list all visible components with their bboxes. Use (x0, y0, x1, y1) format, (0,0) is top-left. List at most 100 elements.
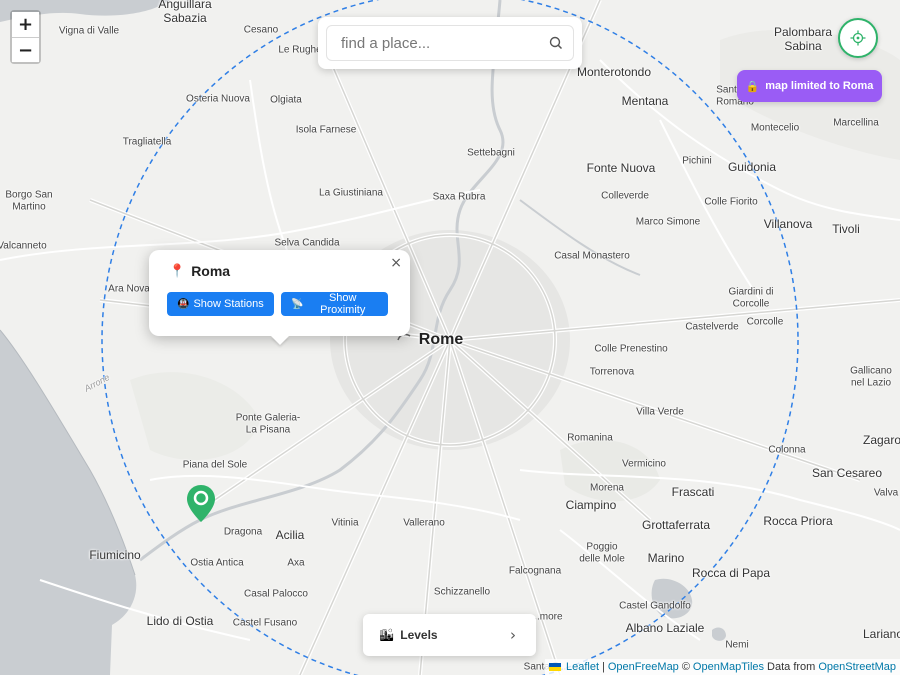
place-label: Rocca di Papa (691, 566, 771, 581)
map-attribution: Leaflet | OpenFreeMap © OpenMapTiles Dat… (544, 659, 900, 675)
zoom-in-button[interactable]: + (12, 12, 39, 37)
place-label: Lido di Ostia (146, 614, 214, 629)
place-label: Tivoli (832, 222, 860, 237)
metro-icon: 🚇 (177, 298, 190, 310)
place-label: Vigna di Valle (58, 25, 120, 37)
place-label: Romanina (567, 432, 613, 444)
place-label: Albano Laziale (625, 621, 705, 636)
place-label: Montecelio (750, 122, 800, 134)
lock-icon: 🔒 (745, 80, 760, 93)
place-label: Valva (873, 487, 899, 499)
levels-panel-toggle[interactable]: 🏙 Levels › (363, 614, 536, 656)
place-label: Borgo San Martino (5, 189, 53, 213)
place-label: Falcognana (508, 565, 562, 577)
place-label: Ara Nova (108, 283, 150, 295)
place-label: Mentana (621, 94, 669, 109)
place-label: Monterotondo (576, 65, 652, 80)
place-label: Settebagni (467, 147, 515, 159)
openfreemap-link[interactable]: OpenFreeMap (608, 661, 679, 673)
place-label: Cesano (243, 24, 279, 36)
place-label: Colle Prenestino (594, 343, 668, 355)
map-limit-label: map limited to Roma (765, 80, 874, 92)
city-label-rome: Rome (418, 330, 464, 348)
place-label: Castel Gandolfo (619, 600, 691, 612)
attribution-separator: | (602, 661, 605, 673)
place-label: Fiumicino (89, 548, 141, 563)
place-label: Villanova (763, 217, 813, 232)
place-label: Torrenova (589, 366, 635, 378)
place-label: Saxa Rubra (432, 191, 486, 203)
map-canvas[interactable]: Anguillara Sabazia Vigna di Valle Cesano Le … (0, 0, 900, 675)
place-label: Vermicino (622, 458, 666, 470)
place-label: Frascati (671, 485, 715, 500)
zoom-control: + − (10, 10, 41, 64)
place-label: Castel Fusano (232, 617, 298, 629)
crosshair-icon (850, 30, 866, 46)
popup-close-button[interactable]: × (386, 253, 406, 273)
map-limit-badge: 🔒 map limited to Roma (737, 70, 882, 102)
map-pin-icon[interactable] (186, 484, 216, 524)
place-label: Colle Fiorito (704, 196, 758, 208)
place-label: Pichini (682, 155, 712, 167)
place-label: Corcolle (746, 316, 784, 328)
place-label: Giardini di Corcolle (728, 286, 774, 310)
openstreetmap-link[interactable]: OpenStreetMap (818, 661, 896, 673)
place-label: Selva Candida (274, 237, 340, 249)
place-label: ...more (531, 611, 563, 623)
place-label: Marcellina (833, 117, 879, 129)
place-label: Schizzanello (433, 586, 491, 598)
show-stations-button[interactable]: 🚇 Show Stations (167, 292, 274, 316)
levels-label: Levels (400, 628, 438, 642)
pin-icon: 📍 (169, 263, 186, 278)
search-box (318, 17, 582, 69)
place-label: Gallicano nel Lazio (850, 365, 892, 389)
show-proximity-label: Show Proximity (320, 292, 366, 316)
place-label: Piana del Sole (182, 459, 248, 471)
place-label: Colleverde (601, 190, 649, 202)
locate-button[interactable] (838, 18, 878, 58)
place-label: Rocca Priora (763, 514, 833, 529)
place-label: Osteria Nuova (186, 93, 250, 105)
place-label: Vitinia (331, 517, 359, 529)
leaflet-link[interactable]: Leaflet (566, 661, 599, 673)
chevron-right-icon: › (510, 626, 516, 644)
place-label: Acilia (275, 528, 305, 543)
popup-tip (271, 336, 289, 345)
ukraine-flag-icon (548, 663, 561, 671)
place-label: Olgiata (270, 94, 302, 106)
place-label: San Cesareo (811, 466, 883, 481)
place-label: Dragona (223, 526, 263, 538)
place-label: Palombara Sabina (773, 25, 833, 53)
place-label: Valcanneto (0, 240, 47, 252)
place-label: Ciampino (565, 498, 617, 513)
place-label: Le Rughe (278, 44, 322, 56)
search-input[interactable] (326, 25, 574, 61)
place-label: Marco Simone (635, 216, 701, 228)
show-stations-label: Show Stations (193, 298, 264, 310)
place-label: Colonna (768, 444, 806, 456)
place-label: Morena (590, 482, 624, 494)
place-label: Villa Verde (636, 406, 684, 418)
place-label: Isola Farnese (295, 124, 357, 136)
place-label: Zagaro (862, 433, 900, 448)
city-icon: 🏙 (379, 628, 395, 642)
place-label: Ostia Antica (190, 557, 244, 569)
place-label: Guidonia (727, 160, 777, 175)
show-proximity-button[interactable]: 📡 Show Proximity (281, 292, 388, 316)
popup-title: 📍 Roma (169, 263, 230, 279)
place-label: Castelverde (685, 321, 739, 333)
location-popup: × 📍 Roma 🚇 Show Stations 📡 Show Proximit… (149, 250, 410, 336)
place-label: Marino (647, 551, 685, 566)
zoom-out-button[interactable]: − (12, 37, 39, 62)
openmaptiles-link[interactable]: OpenMapTiles (693, 661, 764, 673)
place-label: Tragliatella (122, 136, 172, 148)
data-from-text: Data from (767, 661, 816, 673)
place-label: Ponte Galeria- La Pisana (235, 412, 301, 436)
copyright-symbol: © (681, 661, 690, 673)
search-icon[interactable] (549, 36, 563, 50)
place-label: Poggio delle Mole (579, 541, 625, 565)
place-label: Axa (287, 557, 305, 569)
place-label: Anguillara Sabazia (158, 0, 212, 25)
place-label: Lariano (862, 627, 900, 642)
place-label: Grottaferrata (641, 518, 711, 533)
